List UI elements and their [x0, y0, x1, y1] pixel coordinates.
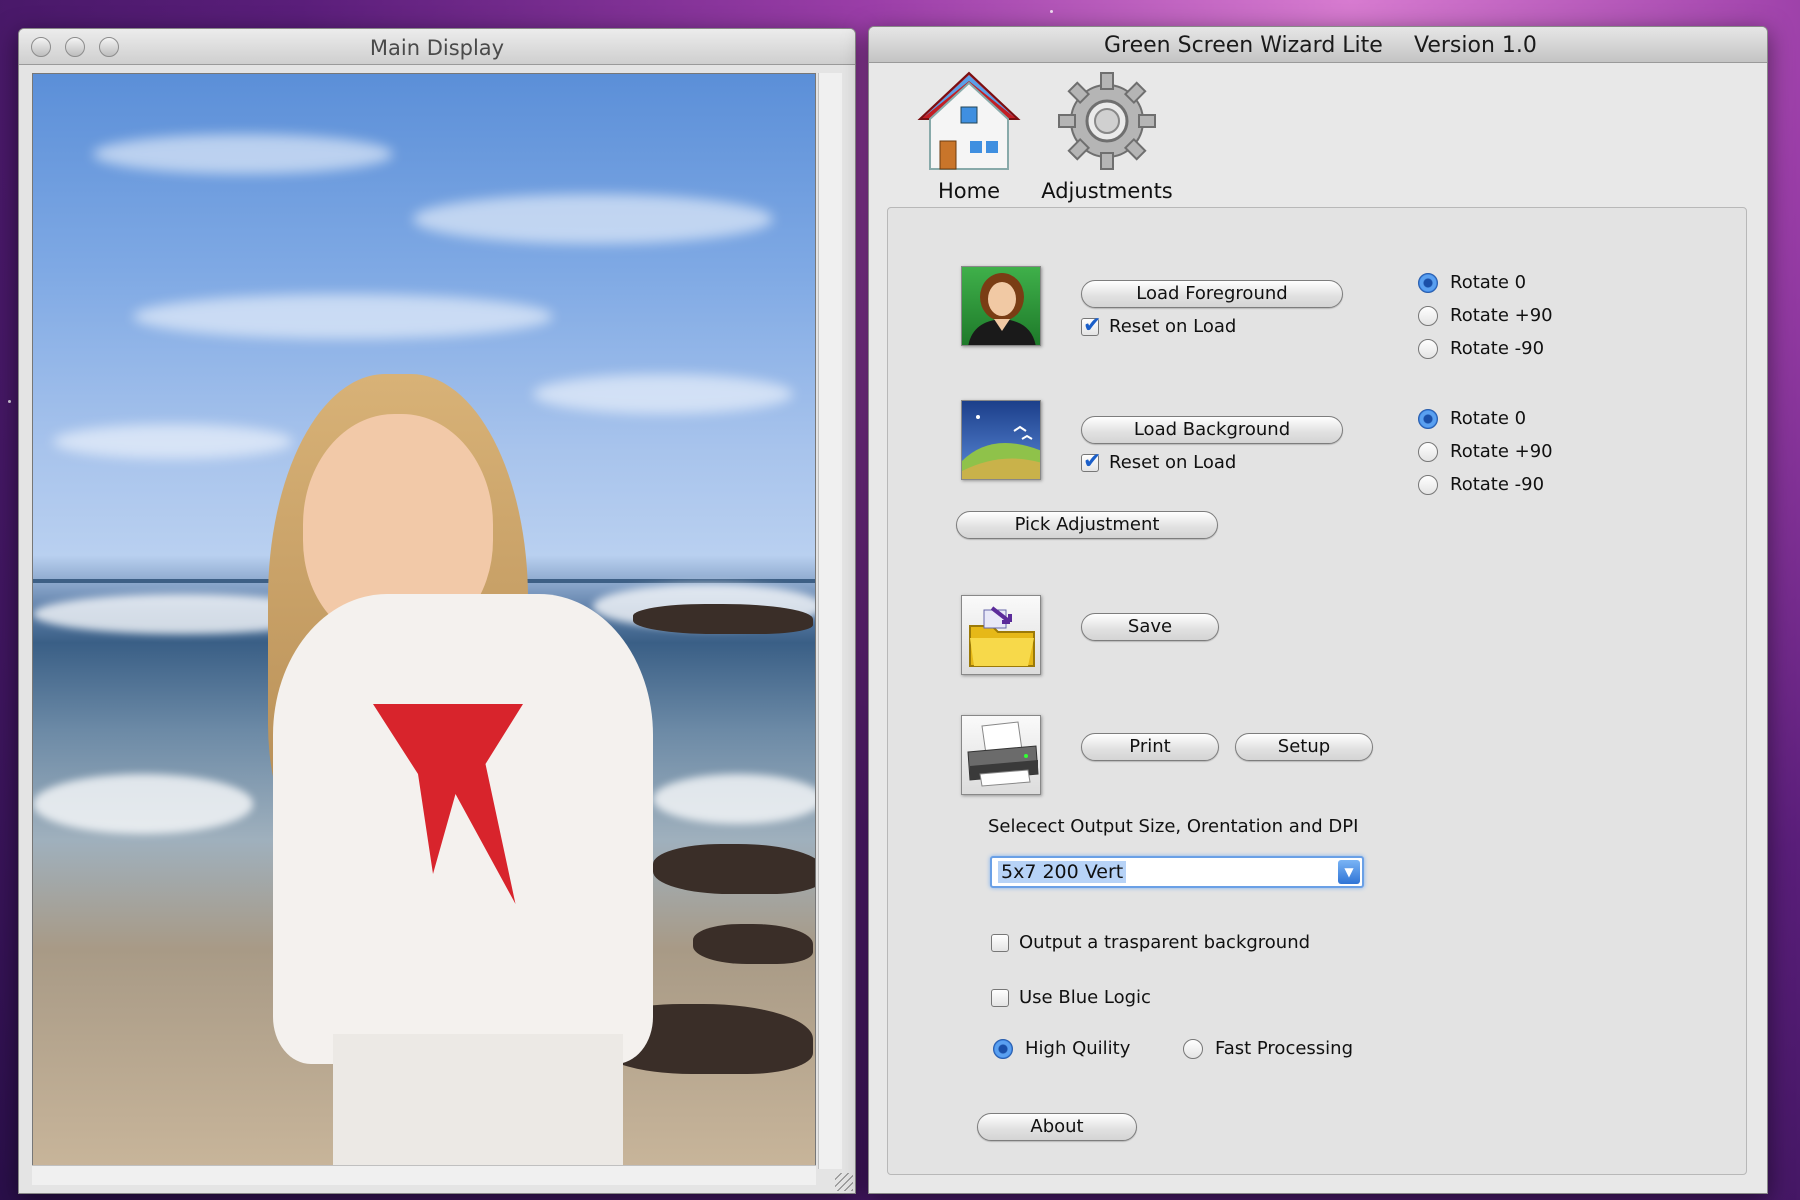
radio-label: Rotate -90: [1450, 474, 1545, 495]
radio-label: High Quility: [1025, 1038, 1131, 1059]
output-size-selected-value: 5x7 200 Vert: [998, 861, 1127, 883]
output-size-select[interactable]: 5x7 200 Vert ▼: [990, 856, 1364, 888]
foreground-rotate-0-radio[interactable]: Rotate 0: [1418, 272, 1526, 293]
foreground-reset-label: Reset on Load: [1109, 316, 1237, 337]
toolbar-adjustments-label: Adjustments: [1041, 179, 1173, 203]
cloud: [533, 374, 793, 414]
radio-label: Rotate -90: [1450, 338, 1545, 359]
background-rotate-plus90-radio[interactable]: Rotate +90: [1418, 441, 1553, 462]
about-button[interactable]: About: [977, 1113, 1137, 1141]
radio-unselected-icon: [1183, 1038, 1203, 1059]
horizontal-scrollbar[interactable]: [32, 1165, 816, 1185]
vertical-scrollbar[interactable]: [818, 73, 842, 1169]
home-icon: [917, 71, 1021, 170]
dropdown-arrow-icon[interactable]: ▼: [1338, 860, 1360, 884]
background-landscape-icon: [961, 400, 1041, 480]
cloud: [53, 424, 293, 459]
radio-label: Rotate +90: [1450, 305, 1553, 326]
gear-icon: [1058, 72, 1156, 170]
radio-unselected-icon: [1418, 338, 1438, 359]
foreground-rotate-plus90-radio[interactable]: Rotate +90: [1418, 305, 1553, 326]
app-titlebar[interactable]: Green Screen Wizard Lite Version 1.0: [869, 27, 1767, 63]
print-button[interactable]: Print: [1081, 733, 1219, 761]
desktop-star: [8, 400, 11, 403]
fast-processing-radio[interactable]: Fast Processing: [1183, 1038, 1353, 1059]
app-window: Green Screen Wizard Lite Version 1.0 Hom…: [868, 26, 1768, 1194]
background-reset-label: Reset on Load: [1109, 452, 1237, 473]
toolbar-adjustments-button[interactable]: Adjustments: [1037, 69, 1177, 203]
cloud: [93, 134, 393, 174]
rock: [653, 844, 815, 894]
home-panel: Load Foreground Reset on Load Rotate 0 R…: [887, 207, 1747, 1175]
foreground-reset-on-load-checkbox[interactable]: Reset on Load: [1081, 313, 1237, 338]
output-size-caption: Selecect Output Size, Orentation and DPI: [988, 816, 1359, 837]
pick-adjustment-button[interactable]: Pick Adjustment: [956, 511, 1218, 539]
rock: [633, 604, 813, 634]
radio-selected-icon: [1418, 272, 1438, 293]
resize-grip-icon[interactable]: [835, 1173, 853, 1191]
checkbox-checked-icon: [1081, 449, 1101, 474]
composite-photo: [32, 73, 816, 1169]
main-display-window: Main Display: [18, 28, 856, 1194]
cloud: [133, 294, 553, 339]
printer-icon: [961, 715, 1041, 795]
radio-selected-icon: [1418, 408, 1438, 429]
girl-skirt: [333, 1034, 623, 1168]
cloud: [413, 194, 773, 244]
window-title: Main Display: [369, 36, 505, 60]
radio-unselected-icon: [1418, 305, 1438, 326]
load-foreground-button[interactable]: Load Foreground: [1081, 280, 1343, 308]
foreground-rotate-minus90-radio[interactable]: Rotate -90: [1418, 338, 1544, 359]
radio-label: Rotate +90: [1450, 441, 1553, 462]
radio-unselected-icon: [1418, 474, 1438, 495]
radio-label: Rotate 0: [1450, 272, 1527, 293]
rock: [693, 924, 813, 964]
desktop-star: [1050, 10, 1053, 13]
transparent-background-checkbox[interactable]: Output a trasparent background: [991, 932, 1310, 953]
background-rotate-0-radio[interactable]: Rotate 0: [1418, 408, 1526, 429]
checkbox-unchecked-icon: [991, 933, 1009, 952]
load-background-button[interactable]: Load Background: [1081, 416, 1343, 444]
print-setup-button[interactable]: Setup: [1235, 733, 1373, 761]
wave: [653, 774, 815, 824]
main-display-titlebar[interactable]: Main Display: [19, 29, 855, 65]
blue-logic-checkbox[interactable]: Use Blue Logic: [991, 987, 1151, 1008]
checkbox-unchecked-icon: [991, 988, 1009, 1007]
radio-unselected-icon: [1418, 441, 1438, 462]
app-title: Green Screen Wizard Lite: [1104, 33, 1383, 58]
blue-logic-label: Use Blue Logic: [1019, 987, 1151, 1008]
transparent-background-label: Output a trasparent background: [1019, 932, 1311, 953]
save-button[interactable]: Save: [1081, 613, 1219, 641]
background-rotate-minus90-radio[interactable]: Rotate -90: [1418, 474, 1544, 495]
app-version: Version 1.0: [1414, 33, 1537, 58]
toolbar-home-button[interactable]: Home: [909, 69, 1029, 203]
radio-selected-icon: [993, 1038, 1013, 1059]
radio-label: Fast Processing: [1215, 1038, 1354, 1059]
save-folder-icon: [961, 595, 1041, 675]
background-reset-on-load-checkbox[interactable]: Reset on Load: [1081, 449, 1237, 474]
foreground-person-icon: [961, 266, 1041, 346]
high-quality-radio[interactable]: High Quility: [993, 1038, 1130, 1059]
toolbar-home-label: Home: [937, 179, 1000, 203]
wave: [33, 774, 253, 834]
radio-label: Rotate 0: [1450, 408, 1527, 429]
girl-sailor-shirt: [273, 594, 653, 1064]
checkbox-checked-icon: [1081, 313, 1101, 338]
